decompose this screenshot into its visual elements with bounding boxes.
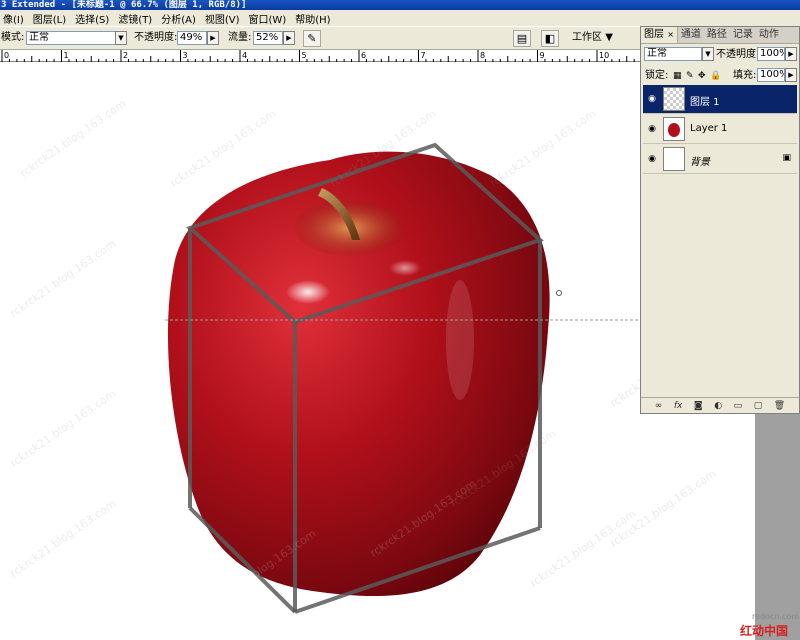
- layer-thumbnail: [663, 117, 685, 141]
- ruler-label: 2: [123, 51, 128, 60]
- lock-pixels-icon[interactable]: ✎: [686, 69, 694, 83]
- layer-row[interactable]: ◉ 背景 ▣: [643, 145, 797, 174]
- window-title: 3 Extended - [未标题-1 @ 66.7% (图层 1, RGB/8…: [0, 0, 800, 10]
- ruler-ticks: 0 1 2 3 4 5 6 7 8 9 10: [1, 50, 635, 62]
- options-bar: 模式: 正常 ▼ 不透明度: 49% ▶ 流量: 52% ▶ ✎ ▤ ◧ 工作区…: [0, 26, 640, 50]
- panel-footer: ∞ fx ◙ ◐ ▭ ▢ 🗑: [641, 397, 799, 413]
- tab-actions[interactable]: 动作: [756, 27, 782, 43]
- mode-select[interactable]: 正常: [26, 31, 116, 45]
- group-icon[interactable]: ▭: [734, 401, 743, 411]
- layer-name: 背景: [690, 157, 710, 168]
- layer-row-selected[interactable]: ◉ 图层 1: [643, 85, 797, 114]
- lock-transparent-icon[interactable]: ▦: [673, 69, 682, 83]
- panel-opacity-input[interactable]: 100%: [757, 47, 785, 61]
- lock-row: 锁定: ▦ ✎ ✥ 🔒 填充: 100% ▶: [641, 66, 799, 84]
- menu-image[interactable]: 像(I): [0, 11, 30, 26]
- horizontal-ruler[interactable]: 0 1 2 3 4 5 6 7 8 9 10: [0, 50, 640, 62]
- ruler-label: 4: [242, 51, 247, 60]
- ruler-label: 1: [64, 51, 69, 60]
- tab-layers-label: 图层: [644, 29, 664, 40]
- link-icon[interactable]: ∞: [655, 401, 663, 411]
- layer-name: 图层 1: [690, 97, 720, 108]
- eye-icon[interactable]: ◉: [645, 152, 659, 166]
- blend-row: 正常 ▼ 不透明度: 100% ▶: [641, 46, 799, 64]
- eye-icon[interactable]: ◉: [645, 122, 659, 136]
- ruler-label: 10: [599, 51, 609, 60]
- mode-dropdown-arrow[interactable]: ▼: [115, 31, 127, 45]
- layer-row[interactable]: ◉ Layer 1: [643, 115, 797, 144]
- panel-tabs: 图层 × 通道 路径 记录 动作: [641, 27, 799, 44]
- trash-icon[interactable]: 🗑: [774, 401, 785, 411]
- menu-filter[interactable]: 滤镜(T): [115, 11, 158, 26]
- blend-mode-select[interactable]: 正常: [644, 47, 702, 61]
- mode-label: 模式:: [1, 32, 25, 43]
- tab-history[interactable]: 记录: [730, 27, 756, 43]
- fill-label: 填充:: [733, 70, 757, 81]
- tab-paths[interactable]: 路径: [704, 27, 730, 43]
- flow-label: 流量:: [228, 32, 252, 43]
- menu-window[interactable]: 窗口(W): [246, 11, 293, 26]
- menu-layer[interactable]: 图层(L): [30, 11, 72, 26]
- layers-panel: 图层 × 通道 路径 记录 动作 正常 ▼ 不透明度: 100% ▶ 锁定: ▦…: [640, 26, 800, 414]
- apple-thumb-icon: [668, 123, 680, 137]
- lock-all-icon[interactable]: 🔒: [710, 69, 721, 83]
- apple-sheen: [446, 280, 474, 400]
- ruler-label: 3: [183, 51, 188, 60]
- new-layer-icon[interactable]: ▢: [754, 401, 763, 411]
- chevron-down-icon: ▼: [605, 32, 613, 43]
- ruler-label: 0: [4, 51, 9, 60]
- anchor-point-icon: [556, 290, 562, 296]
- ruler-label: 7: [421, 51, 426, 60]
- layer-thumbnail: [663, 87, 685, 111]
- opacity-label: 不透明度:: [134, 32, 178, 43]
- eye-icon[interactable]: ◉: [645, 92, 659, 106]
- layer-name: Layer 1: [690, 123, 728, 134]
- ruler-label: 5: [302, 51, 307, 60]
- menu-analysis[interactable]: 分析(A): [158, 11, 202, 26]
- workspace-label: 工作区: [572, 32, 602, 43]
- blend-dropdown-arrow[interactable]: ▼: [702, 47, 714, 61]
- layer-thumbnail: [663, 147, 685, 171]
- panel-opacity-arrow[interactable]: ▶: [785, 47, 797, 61]
- menu-help[interactable]: 帮助(H): [292, 11, 336, 26]
- brush-preset-icon[interactable]: ◧: [541, 30, 559, 47]
- opacity-input[interactable]: 49%: [177, 31, 207, 45]
- menu-bar: 像(I) 图层(L) 选择(S) 滤镜(T) 分析(A) 视图(V) 窗口(W)…: [0, 10, 800, 26]
- fill-arrow[interactable]: ▶: [785, 68, 797, 82]
- menu-view[interactable]: 视图(V): [202, 11, 246, 26]
- ruler-label: 9: [540, 51, 545, 60]
- fill-input[interactable]: 100%: [757, 68, 785, 82]
- flow-input[interactable]: 52%: [253, 31, 283, 45]
- fx-icon[interactable]: fx: [674, 401, 683, 411]
- ruler-label: 8: [480, 51, 485, 60]
- close-icon[interactable]: ×: [667, 30, 674, 39]
- mask-icon[interactable]: ◙: [694, 401, 703, 411]
- workspace-gutter: [755, 414, 800, 640]
- opacity-slider-arrow[interactable]: ▶: [207, 31, 219, 45]
- apple-highlight: [286, 280, 330, 304]
- lock-icon: ▣: [782, 153, 791, 163]
- flow-slider-arrow[interactable]: ▶: [283, 31, 295, 45]
- lock-position-icon[interactable]: ✥: [698, 69, 706, 83]
- ruler-label: 6: [361, 51, 366, 60]
- airbrush-icon[interactable]: ✎: [303, 30, 321, 47]
- apple-highlight-small: [389, 260, 421, 276]
- adjustment-icon[interactable]: ◐: [714, 401, 722, 411]
- site-name: 红动中国: [740, 624, 789, 638]
- panel-opacity-label: 不透明度:: [716, 49, 760, 60]
- palette-toggle-icon[interactable]: ▤: [513, 30, 531, 47]
- menu-select[interactable]: 选择(S): [72, 11, 115, 26]
- workspace-menu[interactable]: 工作区 ▼: [572, 31, 613, 45]
- site-url: redocn.com: [752, 612, 800, 621]
- tab-layers[interactable]: 图层 ×: [641, 27, 678, 43]
- lock-label: 锁定:: [645, 70, 669, 81]
- tab-channels[interactable]: 通道: [678, 27, 704, 43]
